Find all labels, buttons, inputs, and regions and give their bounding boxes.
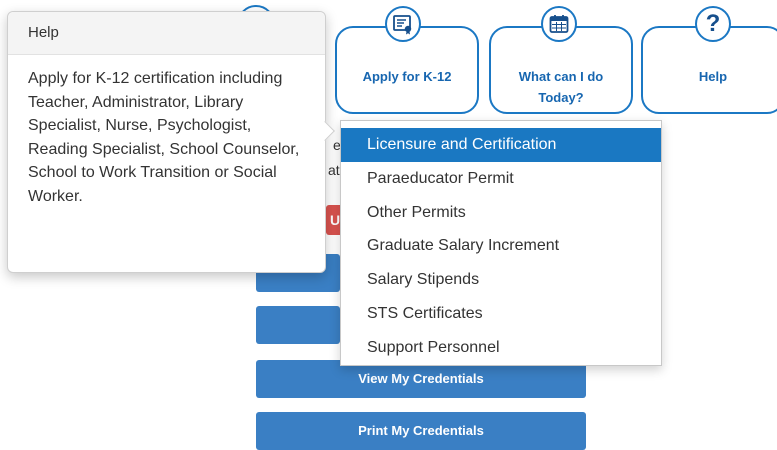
certificate-icon <box>385 6 421 42</box>
blue-button-2[interactable] <box>256 306 340 344</box>
menu-item-support-personnel[interactable]: Support Personnel <box>341 331 661 365</box>
calendar-icon <box>541 6 577 42</box>
partial-text-b: at <box>328 162 340 178</box>
menu-item-salary-stipends[interactable]: Salary Stipends <box>341 263 661 297</box>
menu-item-licensure[interactable]: Licensure and Certification <box>341 128 661 162</box>
print-credentials-button[interactable]: Print My Credentials <box>256 412 586 450</box>
what-can-i-do-label: What can I do Today? <box>491 66 631 108</box>
red-action-label: U <box>330 212 341 228</box>
popover-body: Apply for K-12 certification including T… <box>28 70 300 205</box>
menu-item-paraeducator[interactable]: Paraeducator Permit <box>341 162 661 196</box>
help-popover: Help Apply for K-12 certification includ… <box>7 11 326 273</box>
menu-item-other-permits[interactable]: Other Permits <box>341 196 661 230</box>
apply-k12-label: Apply for K-12 <box>362 69 452 84</box>
menu-item-graduate-salary[interactable]: Graduate Salary Increment <box>341 229 661 263</box>
popover-title: Help <box>8 12 325 55</box>
apply-dropdown-menu: Licensure and Certification Paraeducator… <box>340 120 662 366</box>
question-glyph: ? <box>705 10 721 37</box>
what-can-i-do-line2: Today? <box>538 90 584 105</box>
menu-item-sts-certificates[interactable]: STS Certificates <box>341 297 661 331</box>
question-icon: ? <box>695 6 731 42</box>
what-can-i-do-line1: What can I do <box>518 69 604 84</box>
help-card-label: Help <box>698 69 728 84</box>
